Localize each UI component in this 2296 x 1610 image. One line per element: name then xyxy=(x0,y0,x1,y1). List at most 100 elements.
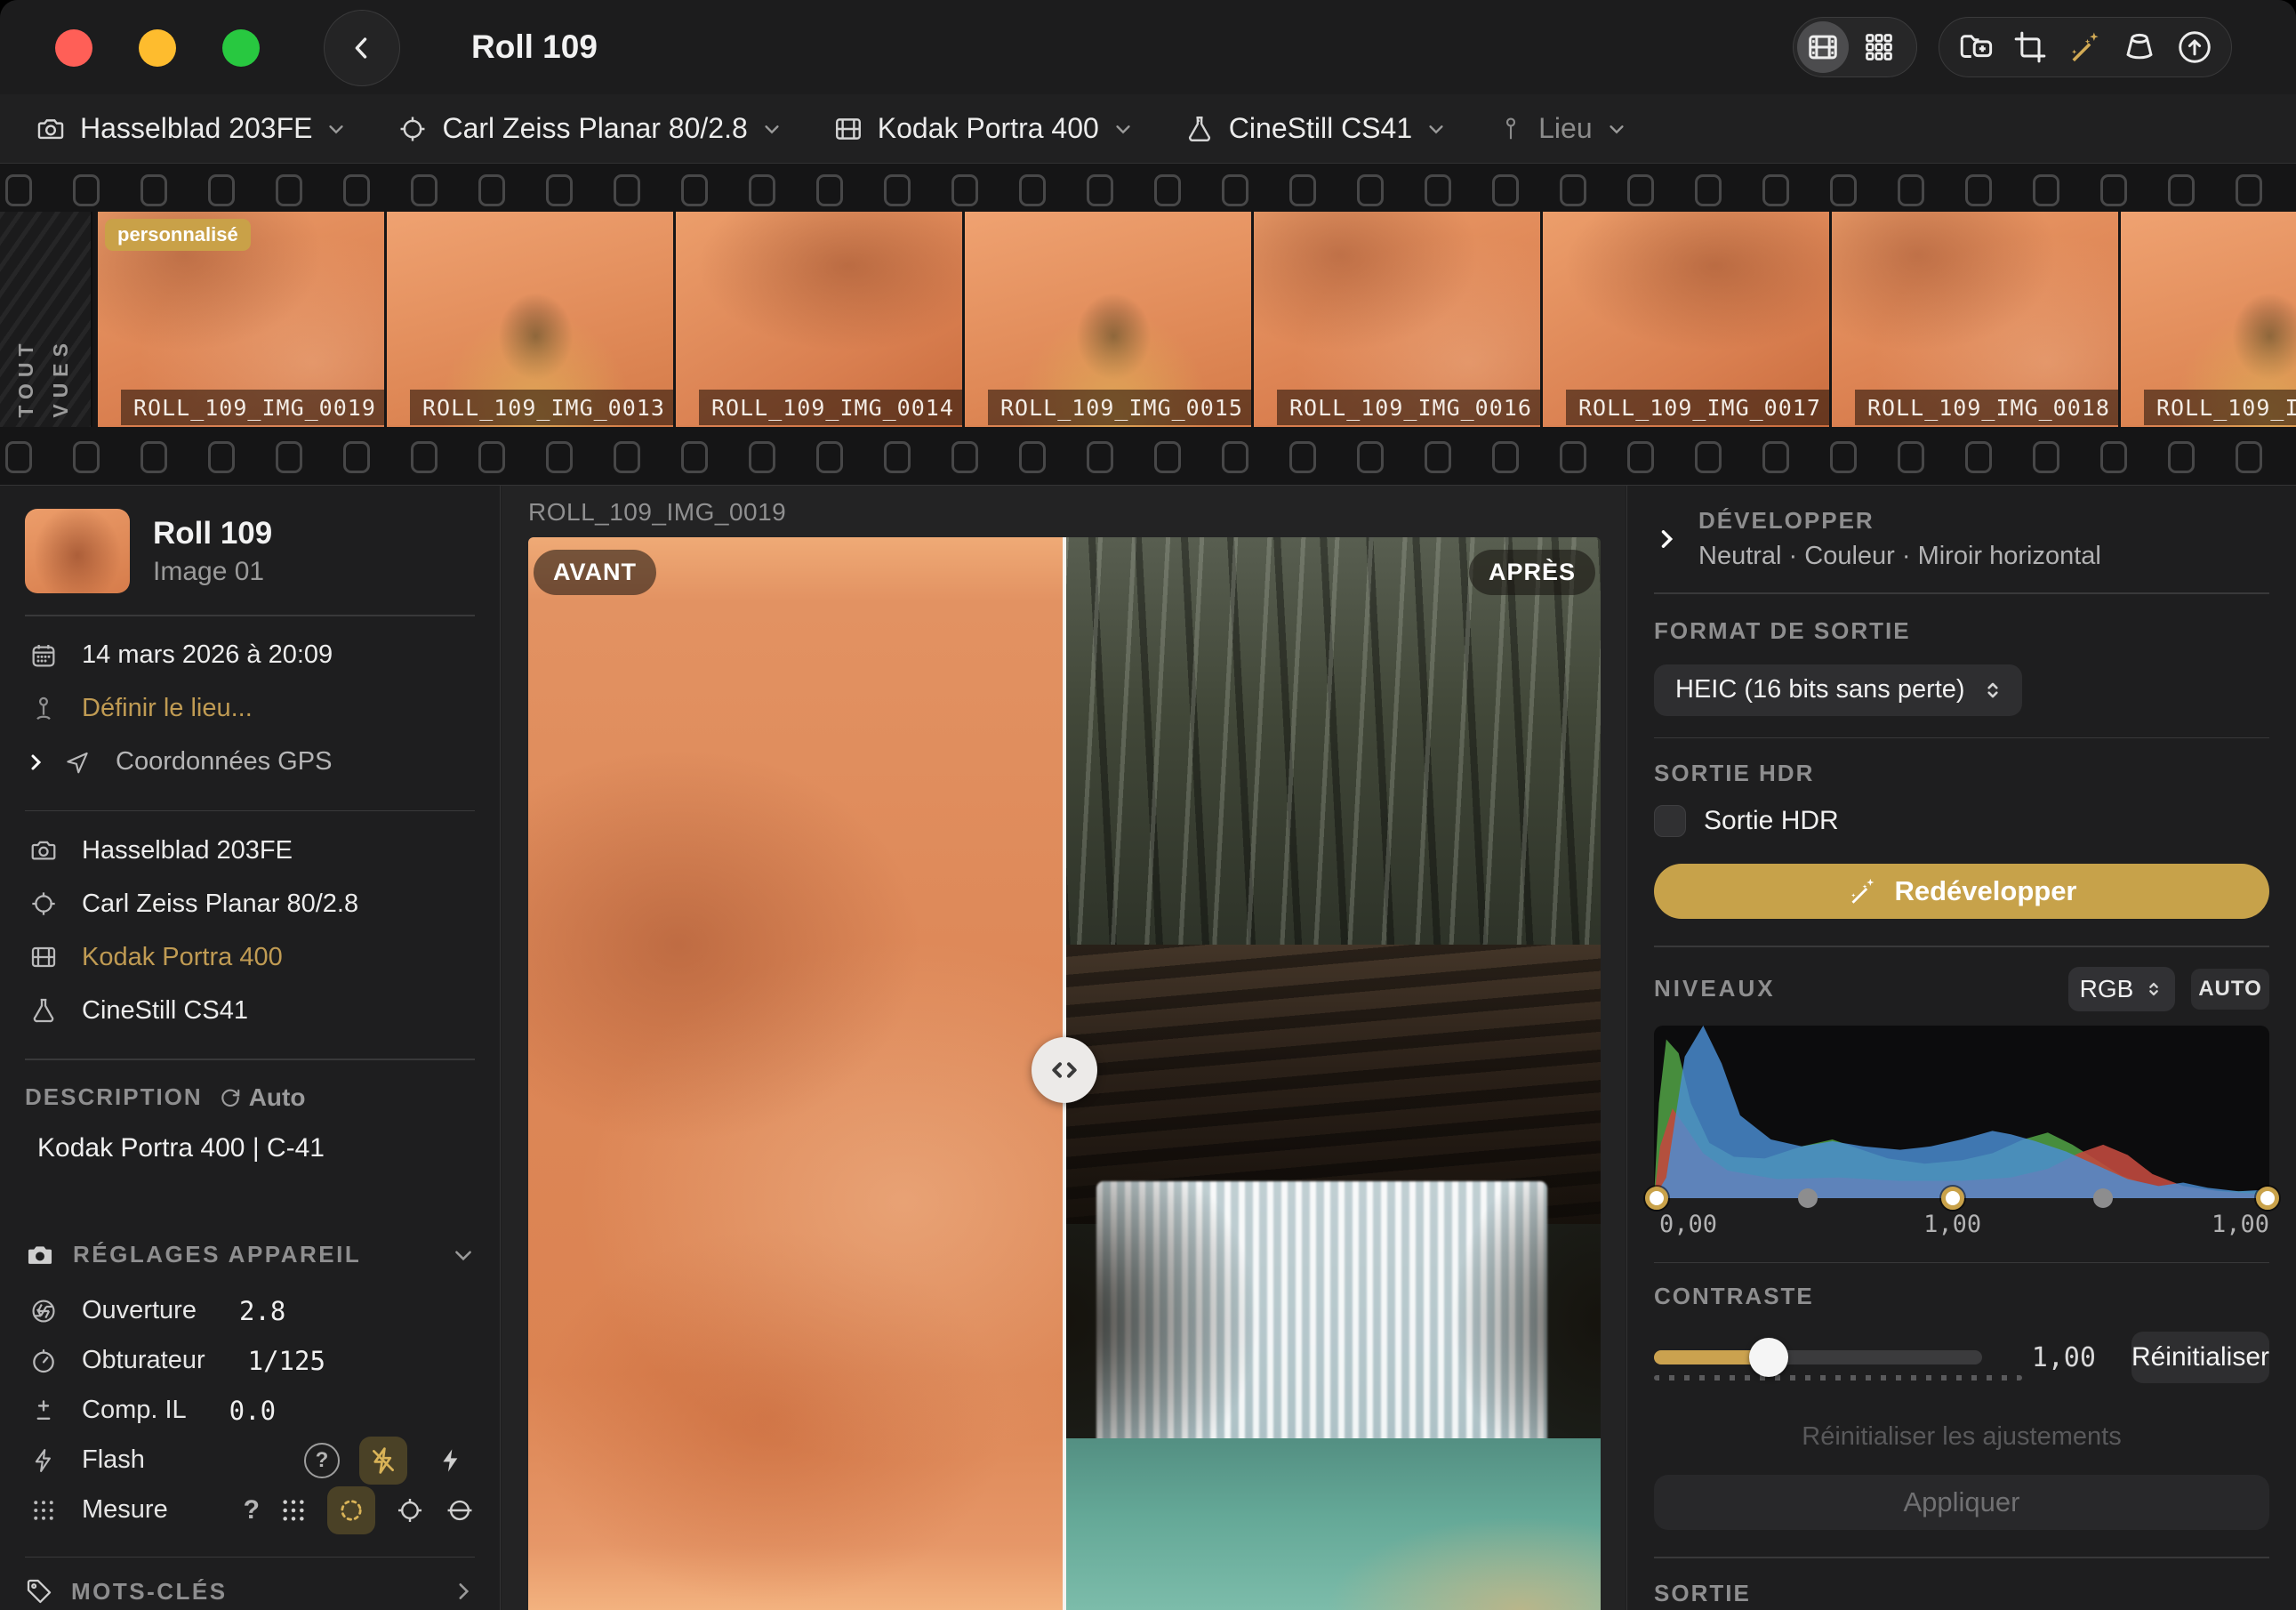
back-chevron-icon xyxy=(347,33,377,63)
chevron-down-icon[interactable] xyxy=(452,1244,475,1267)
flask-icon xyxy=(1184,114,1215,144)
viewer-image-title: ROLL_109_IMG_0019 xyxy=(528,498,786,527)
contrast-slider[interactable] xyxy=(1654,1350,1982,1364)
ev-value: 0.0 xyxy=(229,1396,276,1426)
redevelop-button[interactable]: Redévelopper xyxy=(1654,864,2269,919)
spot-metering-option[interactable] xyxy=(395,1495,425,1525)
toolbar xyxy=(1939,17,2232,77)
channel-select[interactable]: RGB xyxy=(2068,967,2175,1011)
developer-name: CineStill CS41 xyxy=(82,996,248,1026)
compare-drag-handle[interactable] xyxy=(1032,1037,1097,1103)
dots-grid-icon xyxy=(25,1497,62,1524)
flash-off-option[interactable] xyxy=(359,1437,407,1485)
develop-header[interactable]: DÉVELOPPER Neutral · Couleur · Miroir ho… xyxy=(1654,507,2269,571)
chevron-down-icon xyxy=(762,119,782,139)
lens-name: Carl Zeiss Planar 80/2.8 xyxy=(82,890,358,919)
grid-view-button[interactable] xyxy=(1849,17,1909,77)
film-dropdown[interactable]: Kodak Portra 400 xyxy=(833,112,1133,145)
shutter-row: Obturateur 1/125 xyxy=(25,1336,475,1386)
chevron-up-down-icon xyxy=(1981,679,2004,702)
close-window-button[interactable] xyxy=(55,29,92,67)
set-location-row[interactable]: Définir le lieu... xyxy=(25,682,475,736)
aperture-row: Ouverture 2.8 xyxy=(25,1286,475,1336)
sprocket-holes-top xyxy=(5,174,2296,206)
auto-enhance-button[interactable] xyxy=(2066,28,2103,66)
before-after-comparison: AVANT APRÈS xyxy=(528,537,1601,1610)
lens-dropdown-label: Carl Zeiss Planar 80/2.8 xyxy=(442,112,747,145)
level-handle-gold[interactable] xyxy=(1941,1187,1964,1210)
level-handle-gray[interactable] xyxy=(2093,1188,2113,1208)
camera-settings-header[interactable]: RÉGLAGES APPAREIL xyxy=(25,1240,475,1270)
center-weighted-option[interactable] xyxy=(327,1486,375,1534)
image-number-label: Image 01 xyxy=(153,557,272,587)
timer-icon xyxy=(25,1347,62,1375)
apply-button[interactable]: Appliquer xyxy=(1654,1475,2269,1530)
before-image xyxy=(528,537,1064,1610)
keywords-header-label: MOTS-CLÉS xyxy=(71,1578,228,1606)
set-location-link[interactable]: Définir le lieu... xyxy=(82,694,253,723)
reset-adjustments-button[interactable]: Réinitialiser les ajustements xyxy=(1654,1422,2269,1452)
zoom-window-button[interactable] xyxy=(222,29,260,67)
developer-dropdown-label: CineStill CS41 xyxy=(1229,112,1412,145)
filmstrip-view-button[interactable] xyxy=(1797,21,1849,73)
flash-on-option[interactable] xyxy=(427,1437,475,1485)
camera-dropdown[interactable]: Hasselblad 203FE xyxy=(36,112,346,145)
thumbnail[interactable]: ROLL_109_IMG_0015 xyxy=(965,212,1251,427)
viewer-area: ROLL_109_IMG_0019 AVANT APRÈS xyxy=(502,486,1626,1610)
level-handle-gold[interactable] xyxy=(1645,1187,1668,1210)
contrast-thumb[interactable] xyxy=(1749,1338,1788,1377)
thumbnail-label: ROLL_109_IMG_0016 xyxy=(1277,390,1540,425)
thumbnail[interactable]: ROLL_109_IMG_0014 xyxy=(676,212,962,427)
back-button[interactable] xyxy=(324,10,400,86)
minimize-window-button[interactable] xyxy=(139,29,176,67)
lens-profile-button[interactable] xyxy=(2121,28,2158,66)
matrix-metering-option[interactable] xyxy=(279,1496,308,1525)
shutter-value: 1/125 xyxy=(248,1346,325,1376)
export-button[interactable] xyxy=(2176,28,2213,66)
contrast-reset-button[interactable]: Réinitialiser xyxy=(2131,1332,2269,1383)
film-row[interactable]: Kodak Portra 400 xyxy=(25,930,475,984)
keywords-header[interactable]: MOTS-CLÉS xyxy=(25,1577,475,1606)
level-min-label: 0,00 xyxy=(1659,1211,1717,1238)
thumbnail[interactable]: ROLL_109_IMG_0017 xyxy=(1543,212,1829,427)
metering-unknown-option[interactable]: ? xyxy=(244,1495,260,1525)
refresh-icon xyxy=(219,1086,242,1109)
filmstrip: TOUT VUES personnalisé ROLL_109_IMG_0019… xyxy=(0,164,2296,486)
description-auto-toggle[interactable]: Auto xyxy=(219,1083,306,1112)
aperture-icon xyxy=(25,1297,62,1325)
crop-button[interactable] xyxy=(2012,29,2048,65)
thumbnail[interactable]: personnalisé ROLL_109_IMG_0019 xyxy=(98,212,384,427)
format-select-value: HEIC (16 bits sans perte) xyxy=(1675,675,1965,704)
roll-thumbnail[interactable] xyxy=(25,509,130,593)
average-metering-option[interactable] xyxy=(445,1495,475,1525)
thumbnail[interactable]: ROLL_109_IMG_0018 xyxy=(1832,212,2118,427)
lens-dropdown[interactable]: Carl Zeiss Planar 80/2.8 xyxy=(397,112,781,145)
add-to-album-button[interactable] xyxy=(1957,28,1995,66)
chevron-right-icon[interactable] xyxy=(452,1580,475,1603)
level-mid-label: 1,00 xyxy=(1923,1211,1981,1238)
developer-dropdown[interactable]: CineStill CS41 xyxy=(1184,112,1446,145)
gps-label: Coordonnées GPS xyxy=(116,747,332,777)
thumbnail-label: ROLL_109_IMG_0013 xyxy=(410,390,673,425)
format-select[interactable]: HEIC (16 bits sans perte) xyxy=(1654,664,2022,716)
thumbnail[interactable]: ROLL_109_IMG_0013 xyxy=(387,212,673,427)
gps-row[interactable]: Coordonnées GPS xyxy=(25,736,475,789)
chevron-down-icon xyxy=(1607,119,1626,139)
capture-date: 14 mars 2026 à 20:09 xyxy=(82,640,333,670)
location-dropdown[interactable]: Lieu xyxy=(1497,112,1626,145)
level-handle-gray[interactable] xyxy=(1798,1188,1818,1208)
hdr-checkbox[interactable] xyxy=(1654,805,1686,837)
flash-help-button[interactable]: ? xyxy=(304,1443,340,1478)
level-handle-gold[interactable] xyxy=(2256,1187,2279,1210)
thumbnail[interactable]: ROLL_109_IMG_00 xyxy=(2121,212,2296,427)
all-views-tab[interactable]: TOUT VUES xyxy=(0,212,92,427)
aperture-value: 2.8 xyxy=(239,1296,285,1326)
develop-subtitle: Neutral · Couleur · Miroir horizontal xyxy=(1698,542,2101,571)
film-name[interactable]: Kodak Portra 400 xyxy=(82,943,283,972)
levels-auto-button[interactable]: AUTO xyxy=(2191,969,2269,1010)
roll-title: Roll 109 xyxy=(153,516,272,551)
description-header: DESCRIPTION xyxy=(25,1083,203,1111)
thumbnail-label: ROLL_109_IMG_0019 xyxy=(121,390,384,425)
levels-histogram xyxy=(1654,1026,2269,1198)
thumbnail[interactable]: ROLL_109_IMG_0016 xyxy=(1254,212,1540,427)
